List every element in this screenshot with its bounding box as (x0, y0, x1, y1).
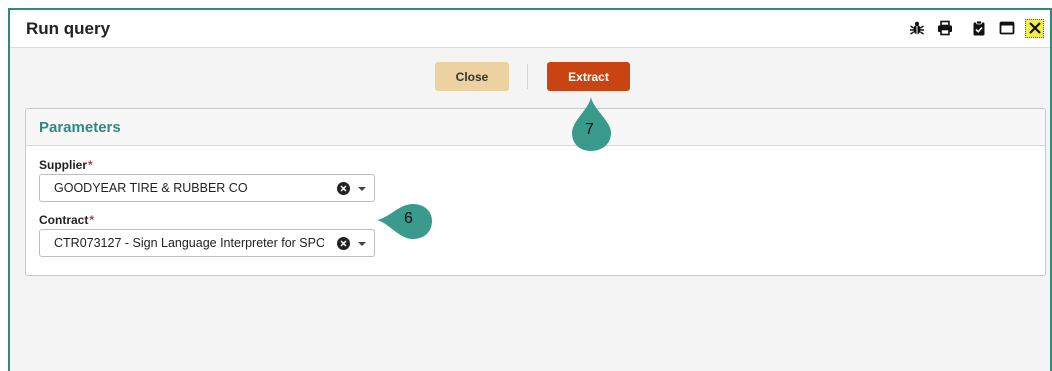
parameters-title: Parameters (39, 119, 121, 136)
button-divider (527, 64, 528, 89)
required-mark: * (88, 158, 93, 172)
dialog-title: Run query (26, 19, 111, 38)
contract-value: CTR073127 - Sign Language Interpreter fo… (54, 236, 324, 250)
supplier-label-text: Supplier (39, 158, 88, 172)
print-icon[interactable] (935, 18, 955, 38)
window-maximize-icon[interactable] (997, 18, 1017, 38)
contract-label-text: Contract (39, 213, 89, 227)
callout-7-number: 7 (585, 121, 594, 138)
dialog-titlebar: Run query (10, 10, 1050, 48)
run-query-dialog: Run query Close Extract Parameters Suppl… (8, 8, 1052, 371)
titlebar-toolbar (899, 18, 1044, 38)
close-button[interactable]: Close (435, 62, 509, 91)
parameters-panel: Parameters Supplier* GOODYEAR TIRE & RUB… (25, 108, 1046, 276)
supplier-select[interactable]: GOODYEAR TIRE & RUBBER CO (39, 174, 375, 202)
extract-button[interactable]: Extract (547, 62, 630, 91)
chevron-down-icon[interactable] (358, 242, 366, 246)
contract-select[interactable]: CTR073127 - Sign Language Interpreter fo… (39, 229, 375, 257)
chevron-down-icon[interactable] (358, 187, 366, 191)
supplier-label: Supplier* (39, 158, 93, 172)
clipboard-check-icon[interactable] (969, 18, 989, 38)
close-icon[interactable] (1025, 18, 1044, 38)
parameters-header: Parameters (26, 109, 1045, 146)
clear-icon[interactable] (337, 182, 350, 195)
bug-icon[interactable] (907, 18, 927, 38)
required-mark: * (89, 213, 95, 227)
contract-label: Contract* (39, 213, 94, 227)
callout-6-number: 6 (404, 210, 413, 227)
clear-icon[interactable] (337, 237, 350, 250)
supplier-value: GOODYEAR TIRE & RUBBER CO (54, 181, 248, 195)
